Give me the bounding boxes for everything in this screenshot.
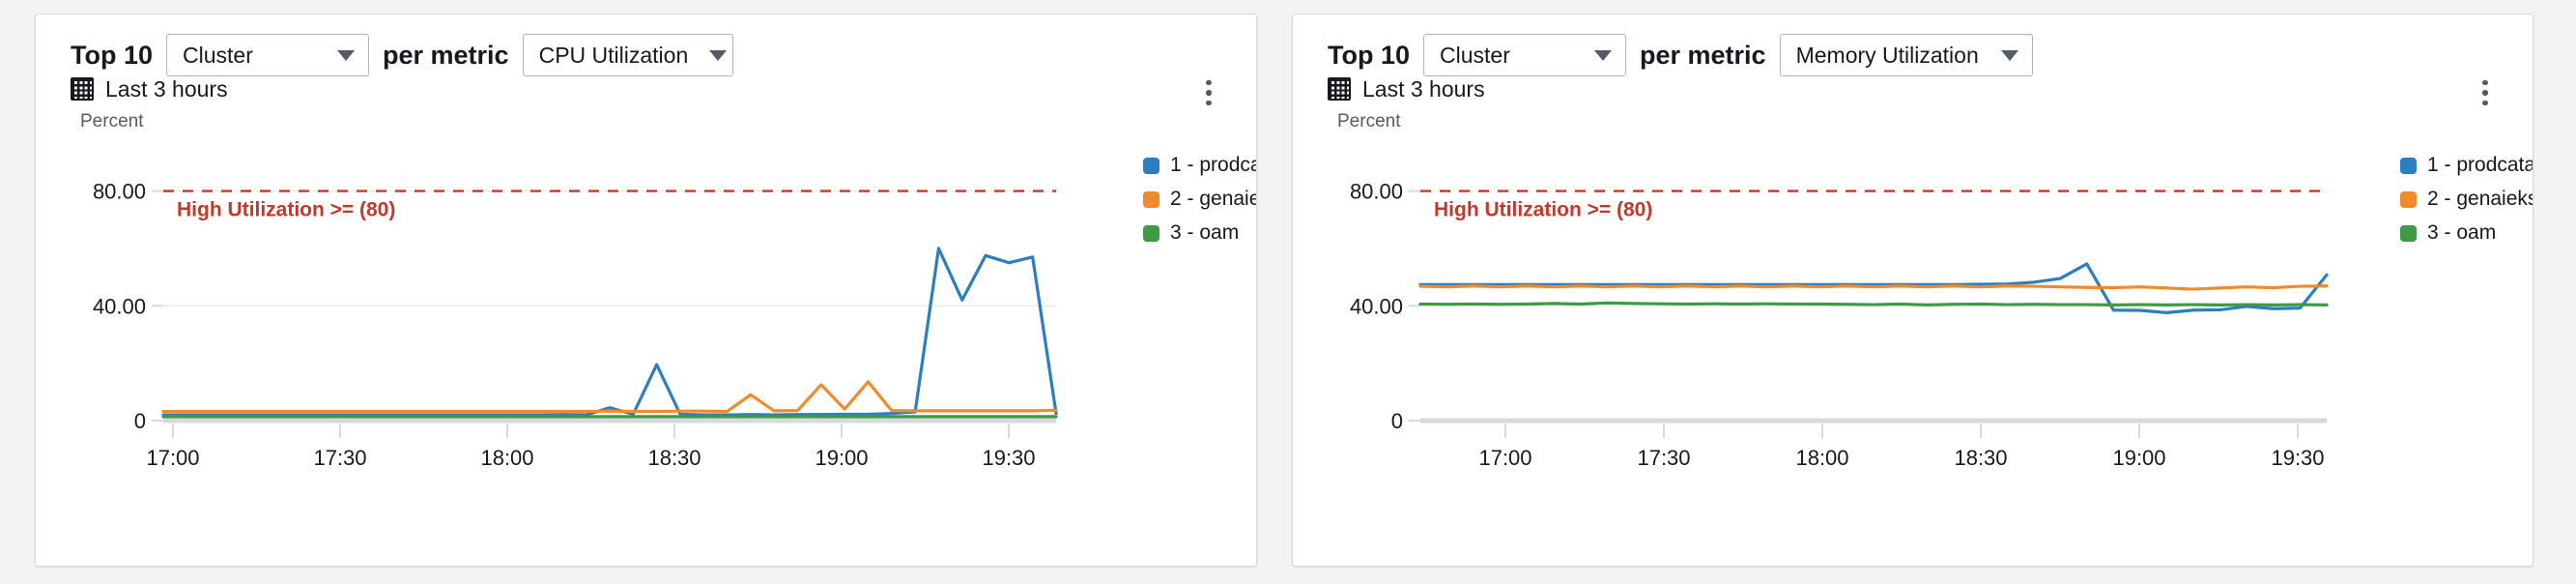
x-axis-tick-label: 18:30 (647, 446, 701, 470)
memory-legend: 1 - prodcatalog 2 - genaieks 3 - oam (2371, 111, 2533, 482)
dashboard-root: Top 10 Cluster per metric CPU Utilizatio… (0, 0, 2576, 584)
legend-item-label: 1 - prodcatalog (1170, 154, 1256, 176)
x-axis-tick-label: 17:00 (146, 446, 199, 470)
x-axis-tick-label: 17:30 (313, 446, 366, 470)
cpu-subheader: Last 3 hours (36, 59, 1256, 106)
y-axis-tick-label: 0 (134, 409, 146, 433)
legend-color-swatch (2400, 224, 2417, 242)
kebab-menu-icon (1206, 100, 1212, 106)
legend-item[interactable]: 1 - prodcatalog (2400, 154, 2533, 177)
legend-color-swatch (2400, 190, 2417, 208)
x-axis-tick-label: 17:00 (1478, 446, 1531, 470)
x-axis-tick-label: 19:00 (2112, 446, 2165, 470)
cpu-y-axis-unit: Percent (80, 111, 144, 131)
kebab-menu-icon (2482, 79, 2488, 86)
legend-item-label: 3 - oam (2427, 221, 2497, 244)
threshold-label: High Utilization >= (80) (1434, 199, 1652, 221)
kebab-menu-icon (2482, 100, 2488, 106)
y-axis-tick-label: 0 (1391, 409, 1403, 433)
legend-item-label: 1 - prodcatalog (2427, 154, 2533, 176)
calendar-icon (71, 77, 94, 101)
series-line (1418, 301, 2329, 307)
series-line (1418, 284, 2329, 291)
memory-line-chart[interactable]: 0 40.00 80.00 High Utilization >= (80) 17:00… (1328, 134, 2371, 482)
legend-item[interactable]: 1 - prodcatalog (1143, 154, 1256, 177)
x-axis-tick-label: 19:30 (2271, 446, 2324, 470)
legend-color-swatch (1143, 157, 1159, 174)
cpu-line-chart[interactable]: 0 40.00 80.00 High Utilization >= (80) 17:00… (71, 134, 1114, 482)
legend-item[interactable]: 3 - oam (1143, 221, 1256, 245)
x-axis-tick-label: 19:30 (982, 446, 1035, 470)
legend-color-swatch (1143, 190, 1159, 208)
calendar-icon (1328, 77, 1351, 101)
cpu-chart-block: Percent 0 40.00 80.00 High Utilization >= (… (36, 98, 1256, 482)
x-axis-tick-label: 19:00 (815, 446, 868, 470)
memory-subheader: Last 3 hours (1293, 59, 2533, 106)
x-axis-tick-label: 17:30 (1637, 446, 1690, 470)
memory-y-axis-unit: Percent (1337, 111, 1401, 131)
legend-item[interactable]: 3 - oam (2400, 221, 2533, 245)
cpu-utilization-panel: Top 10 Cluster per metric CPU Utilizatio… (35, 14, 1257, 567)
kebab-menu-icon (2482, 90, 2488, 96)
memory-panel-menu-button[interactable] (2473, 76, 2498, 109)
legend-item[interactable]: 2 - genaieks (1143, 188, 1256, 211)
cpu-legend: 1 - prodcatalog 2 - genaieks 3 - oam (1114, 111, 1256, 482)
cpu-panel-menu-button[interactable] (1196, 76, 1221, 109)
legend-item-label: 3 - oam (1170, 221, 1240, 244)
cpu-panel-header: Top 10 Cluster per metric CPU Utilizatio… (36, 15, 1256, 76)
threshold-label: High Utilization >= (80) (177, 199, 395, 221)
memory-panel-header: Top 10 Cluster per metric Memory Utiliza… (1293, 15, 2533, 76)
legend-color-swatch (1143, 224, 1159, 242)
y-axis-tick-label: 80.00 (1350, 180, 1403, 204)
legend-color-swatch (2400, 157, 2417, 174)
kebab-menu-icon (1206, 79, 1212, 86)
y-axis-tick-label: 40.00 (93, 294, 146, 318)
cpu-chart-area: Percent 0 40.00 80.00 High Utilization >= (… (71, 111, 1114, 482)
kebab-menu-icon (1206, 90, 1212, 96)
legend-item-label: 2 - genaieks (2427, 188, 2533, 210)
legend-item-label: 2 - genaieks (1170, 188, 1256, 210)
memory-chart-area: Percent 0 40.00 80.00 High Utilization >= (… (1328, 111, 2371, 482)
legend-item[interactable]: 2 - genaieks (2400, 188, 2533, 211)
x-axis-tick-label: 18:00 (1795, 446, 1848, 470)
series-line (161, 247, 1058, 417)
memory-time-range-label[interactable]: Last 3 hours (1362, 76, 1485, 102)
y-axis-tick-label: 80.00 (93, 180, 146, 204)
cpu-time-range-label[interactable]: Last 3 hours (105, 76, 228, 102)
memory-chart-block: Percent 0 40.00 80.00 High Utilization >= (… (1293, 98, 2533, 482)
x-axis-tick-label: 18:30 (1954, 446, 2007, 470)
x-axis-tick-label: 18:00 (480, 446, 533, 470)
y-axis-tick-label: 40.00 (1350, 294, 1403, 318)
memory-utilization-panel: Top 10 Cluster per metric Memory Utiliza… (1292, 14, 2533, 567)
